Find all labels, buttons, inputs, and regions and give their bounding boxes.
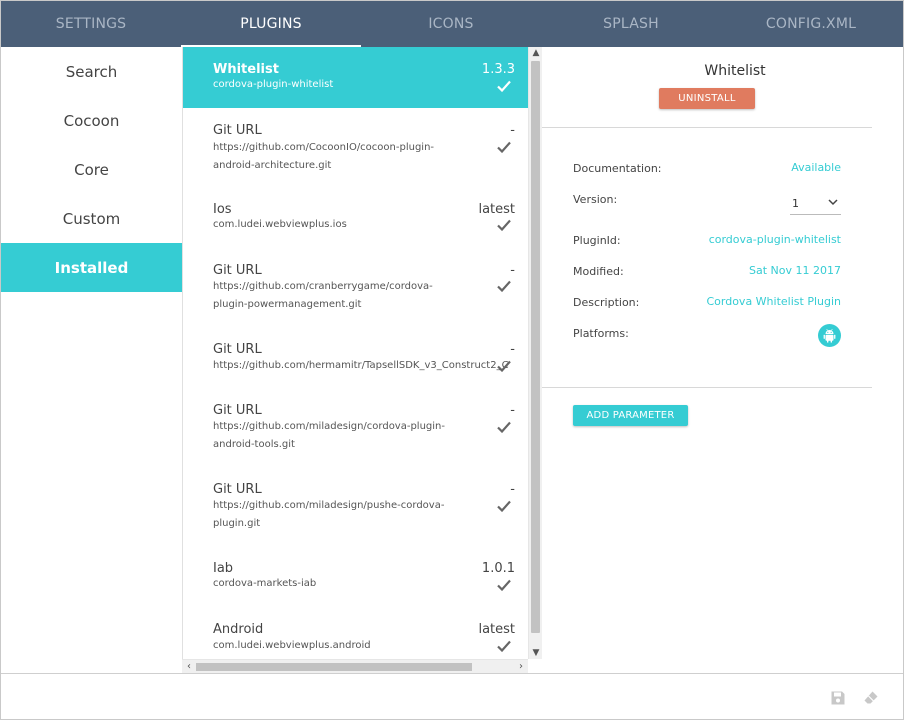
plugin-version: - bbox=[510, 403, 515, 418]
plugin-version: latest bbox=[478, 202, 515, 217]
plugin-subtitle: https://github.com/CocoonIO/cocoon-plugi… bbox=[213, 142, 435, 171]
modified-value: Sat Nov 11 2017 bbox=[749, 264, 841, 277]
plugin-list-item[interactable]: Ios com.ludei.webviewplus.ios latest bbox=[183, 186, 529, 247]
plugin-title: Git URL bbox=[213, 482, 262, 497]
tab-plugins[interactable]: PLUGINS bbox=[181, 1, 361, 47]
category-core[interactable]: Core bbox=[1, 145, 182, 194]
description-label: Description: bbox=[573, 296, 640, 309]
top-tab-bar: SETTINGS PLUGINS ICONS SPLASH CONFIG.XML bbox=[1, 1, 903, 47]
modified-label: Modified: bbox=[573, 265, 624, 278]
plugin-version: 1.3.3 bbox=[481, 62, 515, 77]
installed-check-icon bbox=[497, 579, 511, 591]
plugin-list-item[interactable]: Git URL https://github.com/CocoonIO/coco… bbox=[183, 108, 529, 186]
plugin-list: Whitelist cordova-plugin-whitelist 1.3.3… bbox=[182, 47, 542, 673]
tab-settings[interactable]: SETTINGS bbox=[1, 1, 181, 47]
divider bbox=[542, 127, 872, 128]
plugin-details-panel: Whitelist UNINSTALL Documentation: Avail… bbox=[542, 47, 903, 673]
plugin-list-item[interactable]: Iab cordova-markets-iab 1.0.1 bbox=[183, 546, 529, 607]
plugin-title: Git URL bbox=[213, 403, 262, 418]
documentation-link[interactable]: Available bbox=[791, 161, 841, 174]
save-icon[interactable] bbox=[830, 690, 846, 706]
plugin-list-item[interactable]: Android com.ludei.webviewplus.android la… bbox=[183, 607, 529, 661]
vertical-scroll-thumb[interactable] bbox=[531, 61, 540, 633]
category-sidebar: Search Cocoon Core Custom Installed bbox=[1, 47, 182, 673]
scroll-right-arrow-icon[interactable]: › bbox=[514, 660, 528, 674]
plugin-subtitle: https://github.com/miladesign/cordova-pl… bbox=[213, 421, 445, 450]
installed-check-icon bbox=[497, 141, 511, 153]
plugin-details-title: Whitelist bbox=[704, 63, 766, 79]
plugin-subtitle: com.ludei.webviewplus.ios bbox=[213, 219, 347, 230]
installed-check-icon bbox=[497, 360, 511, 372]
uninstall-button[interactable]: UNINSTALL bbox=[659, 88, 755, 109]
tab-splash[interactable]: SPLASH bbox=[541, 1, 721, 47]
category-installed[interactable]: Installed bbox=[1, 243, 182, 292]
plugin-subtitle: cordova-markets-iab bbox=[213, 578, 317, 589]
installed-check-icon bbox=[497, 640, 511, 652]
installed-check-icon bbox=[497, 219, 511, 231]
plugin-subtitle: https://github.com/miladesign/pushe-cord… bbox=[213, 500, 445, 529]
plugin-title: Whitelist bbox=[213, 62, 279, 77]
horizontal-scroll-thumb[interactable] bbox=[196, 663, 472, 671]
platforms-label: Platforms: bbox=[573, 327, 629, 340]
installed-check-icon bbox=[497, 80, 511, 92]
installed-check-icon bbox=[497, 500, 511, 512]
plugin-version: - bbox=[510, 123, 515, 138]
list-vertical-scrollbar[interactable]: ▲ ▼ bbox=[528, 47, 542, 659]
version-label: Version: bbox=[573, 193, 618, 206]
plugin-version: latest bbox=[478, 622, 515, 637]
plugin-title: Ios bbox=[213, 202, 232, 217]
category-custom[interactable]: Custom bbox=[1, 194, 182, 243]
category-search[interactable]: Search bbox=[1, 47, 182, 96]
plugin-title: Android bbox=[213, 622, 264, 637]
plugin-subtitle: https://github.com/cranberrygame/cordova… bbox=[213, 281, 433, 310]
plugin-list-item[interactable]: Git URL https://github.com/miladesign/pu… bbox=[183, 467, 529, 546]
footer-bar bbox=[1, 673, 903, 719]
installed-check-icon bbox=[497, 421, 511, 433]
scroll-left-arrow-icon[interactable]: ‹ bbox=[182, 660, 196, 674]
plugin-subtitle: com.ludei.webviewplus.android bbox=[213, 640, 371, 651]
plugin-version: 1.0.1 bbox=[481, 561, 515, 576]
scroll-up-arrow-icon[interactable]: ▲ bbox=[529, 47, 543, 59]
installed-check-icon bbox=[497, 280, 511, 292]
plugin-subtitle: https://github.com/hermamitr/TapsellSDK_… bbox=[213, 360, 509, 371]
divider bbox=[542, 387, 872, 388]
add-parameter-button[interactable]: ADD PARAMETER bbox=[573, 405, 688, 426]
plugin-title: Iab bbox=[213, 561, 234, 576]
documentation-label: Documentation: bbox=[573, 162, 662, 175]
chevron-down-icon bbox=[828, 199, 838, 206]
pluginid-label: PluginId: bbox=[573, 234, 621, 247]
version-select[interactable]: 1 bbox=[790, 193, 841, 215]
description-value: Cordova Whitelist Plugin bbox=[706, 295, 841, 308]
category-cocoon[interactable]: Cocoon bbox=[1, 96, 182, 145]
pluginid-value: cordova-plugin-whitelist bbox=[708, 233, 841, 246]
list-horizontal-scrollbar[interactable]: ‹ › bbox=[182, 659, 528, 673]
plugin-version: - bbox=[510, 342, 515, 357]
plugin-list-item[interactable]: Git URL https://github.com/hermamitr/Tap… bbox=[183, 327, 529, 388]
plugin-version: - bbox=[510, 482, 515, 497]
tab-config-xml[interactable]: CONFIG.XML bbox=[721, 1, 901, 47]
plugin-title: Git URL bbox=[213, 123, 262, 138]
tab-icons[interactable]: ICONS bbox=[361, 1, 541, 47]
scroll-down-arrow-icon[interactable]: ▼ bbox=[529, 647, 543, 659]
plugin-list-item[interactable]: Git URL https://github.com/cranberrygame… bbox=[183, 247, 529, 327]
plugin-version: - bbox=[510, 263, 515, 278]
plugin-list-item[interactable]: Whitelist cordova-plugin-whitelist 1.3.3 bbox=[183, 47, 529, 108]
android-icon bbox=[818, 324, 841, 347]
plugin-subtitle: cordova-plugin-whitelist bbox=[213, 79, 334, 90]
eraser-icon[interactable] bbox=[863, 690, 879, 706]
plugin-title: Git URL bbox=[213, 263, 262, 278]
plugin-list-item[interactable]: Git URL https://github.com/miladesign/co… bbox=[183, 388, 529, 467]
version-select-value: 1 bbox=[792, 197, 799, 210]
plugin-title: Git URL bbox=[213, 342, 262, 357]
